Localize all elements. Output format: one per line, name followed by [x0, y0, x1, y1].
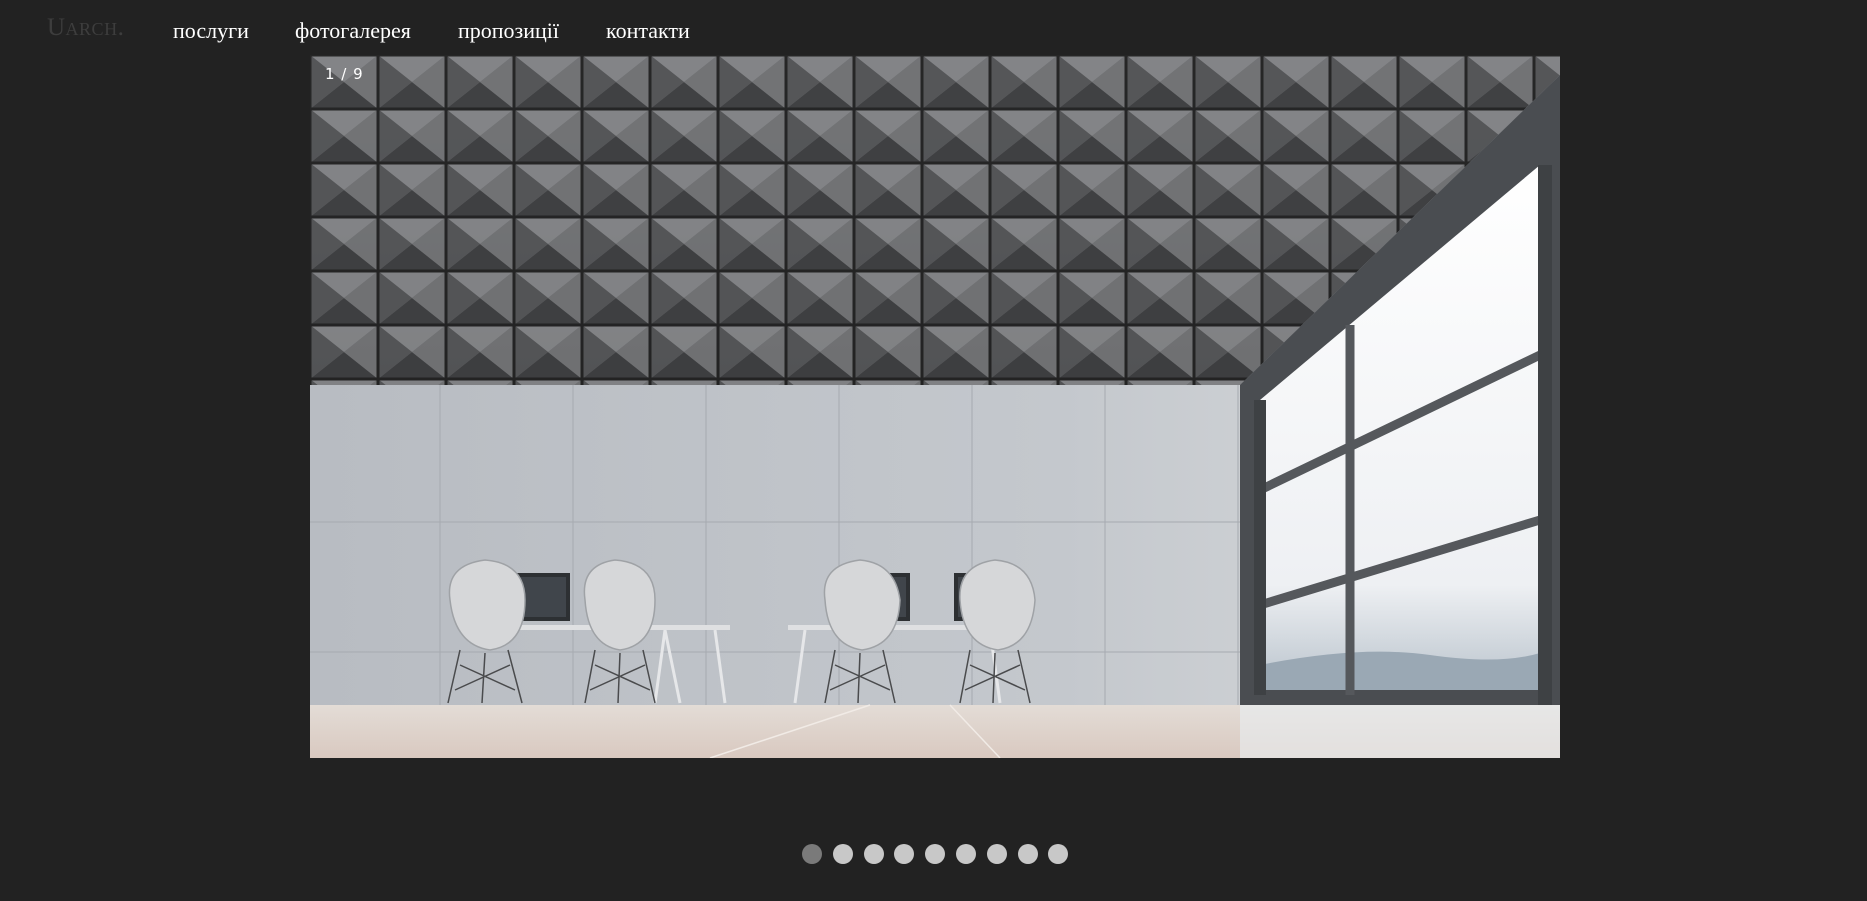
nav-link-photo-gallery[interactable]: фотогалерея	[295, 18, 411, 44]
image-slider[interactable]: 1 / 9	[310, 55, 1560, 758]
nav-link-contacts[interactable]: контакти	[606, 18, 690, 44]
slider-dot-4[interactable]	[894, 844, 915, 864]
slide-image-office-interior	[310, 55, 1560, 758]
slider-dot-2[interactable]	[832, 844, 853, 864]
slider-dot-9[interactable]	[1048, 844, 1069, 864]
slider-dot-5[interactable]	[925, 844, 946, 864]
slider-dot-7[interactable]	[986, 844, 1007, 864]
slide-counter: 1 / 9	[325, 65, 364, 83]
slider-pagination	[802, 844, 1069, 864]
nav-link-services[interactable]: послуги	[173, 18, 249, 44]
slider-dot-8[interactable]	[1017, 844, 1038, 864]
site-logo[interactable]: Uarch.	[47, 14, 124, 42]
slider-dot-3[interactable]	[863, 844, 884, 864]
slider-dot-6[interactable]	[955, 844, 976, 864]
slider-dot-1[interactable]	[802, 844, 822, 864]
nav-link-offers[interactable]: пропозиції	[458, 18, 559, 44]
